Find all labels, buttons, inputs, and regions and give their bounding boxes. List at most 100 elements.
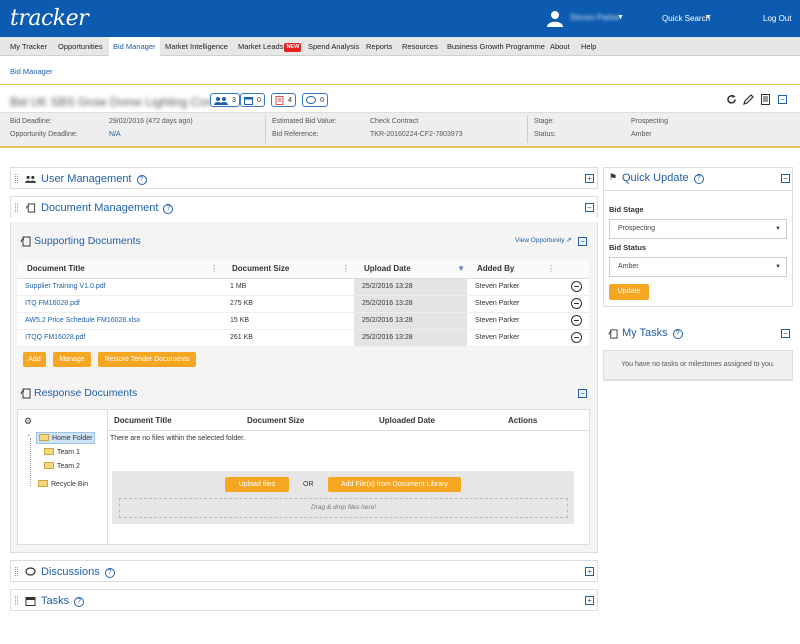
chevron-down-icon[interactable]: ▼ <box>617 14 624 21</box>
document-link[interactable]: AW5.2 Price Schedule FM16028.xlsx <box>25 317 140 324</box>
help-icon[interactable]: ? <box>136 175 147 185</box>
panel-title: Tasks? <box>41 595 85 607</box>
calendar-counter[interactable]: 0 <box>240 93 265 107</box>
document-management-title: Document Management <box>41 202 159 214</box>
col-document-size[interactable]: Document Size <box>247 416 304 425</box>
document-link[interactable]: ITQ FM16028.pdf <box>25 300 80 307</box>
col-date: Upload Date <box>364 264 411 274</box>
document-link[interactable]: ITQQ FM16028.pdf <box>25 334 85 341</box>
nav-about[interactable]: About <box>550 37 570 56</box>
tree-item-team-2[interactable]: Team 2 <box>44 462 80 470</box>
new-badge: NEW <box>284 43 302 52</box>
opportunity-deadline-value[interactable]: N/A <box>109 131 121 138</box>
document-size-cell: 1 MB <box>222 278 354 296</box>
my-tasks-empty-message: You have no tasks or milestones assigned… <box>603 350 793 380</box>
document-title-cell[interactable]: AW5.2 Price Schedule FM16028.xlsx <box>17 312 222 330</box>
collapse-response-documents-button[interactable]: − <box>578 389 587 398</box>
user-management-title: User Management <box>41 173 132 185</box>
column-header[interactable]: Document Size ⋮ <box>222 260 354 279</box>
drag-handle[interactable] <box>15 174 18 183</box>
nav-market-intelligence[interactable]: Market Intelligence <box>165 37 228 56</box>
document-title-cell[interactable]: Supplier Training V1.0.pdf <box>17 278 222 296</box>
remove-circle-icon[interactable] <box>571 298 582 309</box>
edit-pencil-icon[interactable] <box>743 94 754 105</box>
nav-help[interactable]: Help <box>581 37 596 56</box>
remove-circle-icon[interactable] <box>571 281 582 292</box>
collapse-bid-info-button[interactable]: − <box>778 95 787 104</box>
view-opportunity-link[interactable]: View Opportunity <box>515 237 564 244</box>
user-icon[interactable] <box>546 9 564 27</box>
document-link[interactable]: Supplier Training V1.0.pdf <box>25 283 106 290</box>
quick-search-menu[interactable]: Quick Search <box>662 14 710 23</box>
help-icon[interactable]: ? <box>104 568 115 578</box>
supporting-documents-title: Supporting Documents <box>34 235 141 247</box>
collapse-supporting-documents-button[interactable]: − <box>578 237 587 246</box>
nav-spend-analysis[interactable]: Spend Analysis <box>308 37 359 56</box>
help-icon[interactable]: ? <box>74 597 85 607</box>
nav-bid-manager[interactable]: Bid Manager <box>109 37 160 56</box>
bid-status-select[interactable]: Amber ▼ <box>609 257 787 277</box>
nav-market-leads-label: Market Leads <box>238 42 284 51</box>
col-document-title[interactable]: Document Title <box>114 416 172 425</box>
document-title-cell[interactable]: ITQ FM16028.pdf <box>17 295 222 313</box>
nav-market-leads[interactable]: Market Leads NEW <box>238 37 302 56</box>
drop-zone[interactable]: Drag & drop files here! <box>119 498 568 518</box>
add-from-library-button[interactable]: Add File(s) from Document Library <box>328 477 461 492</box>
restore-tender-documents-button[interactable]: Restore Tender Documents <box>98 352 196 367</box>
nav-my-tracker[interactable]: My Tracker <box>10 37 47 56</box>
document-refresh-icon <box>20 236 31 247</box>
help-icon[interactable]: ? <box>163 204 174 214</box>
table-row: Supplier Training V1.0.pdf 1 MB 25/2/201… <box>17 278 589 296</box>
drag-handle[interactable] <box>15 203 18 212</box>
logout-link[interactable]: Log Out <box>763 14 791 23</box>
expand-user-management-button[interactable]: + <box>585 174 594 183</box>
nav-resources[interactable]: Resources <box>402 37 438 56</box>
column-header[interactable]: Upload Date ▼ <box>354 260 467 279</box>
remove-circle-icon[interactable] <box>571 332 582 343</box>
help-icon[interactable]: ? <box>672 329 683 339</box>
notes-icon[interactable] <box>760 94 771 105</box>
drag-handle[interactable] <box>15 596 18 605</box>
user-name[interactable]: Steven Parker <box>570 13 621 22</box>
nav-opportunities[interactable]: Opportunities <box>58 37 103 56</box>
users-counter[interactable]: 3 <box>210 93 240 107</box>
tree-collapse-icon[interactable]: − <box>27 433 31 439</box>
discussions-count: 0 <box>320 96 324 104</box>
update-button[interactable]: Update <box>609 284 649 300</box>
breadcrumb[interactable]: Bid Manager <box>10 67 53 76</box>
settings-gear-icon[interactable]: ⚙ <box>24 416 32 427</box>
col-uploaded-date[interactable]: Uploaded Date <box>379 416 435 425</box>
add-button[interactable]: Add <box>23 352 46 367</box>
users-count: 3 <box>232 96 236 104</box>
tracker-logo[interactable]: tracker <box>10 6 89 31</box>
document-management-panel: Document Management? − <box>10 196 598 218</box>
chevron-down-icon[interactable]: ▼ <box>705 14 712 21</box>
external-link-icon[interactable]: ⇗ <box>566 236 572 244</box>
nav-reports[interactable]: Reports <box>366 37 392 56</box>
discussions-counter[interactable]: 0 <box>302 93 328 107</box>
column-header[interactable]: Added By ⋮ <box>467 260 559 279</box>
remove-circle-icon[interactable] <box>571 315 582 326</box>
help-icon[interactable]: ? <box>693 174 704 184</box>
expand-tasks-button[interactable]: + <box>585 596 594 605</box>
remove-cell <box>559 278 589 296</box>
panel-title: Document Management? <box>41 202 174 214</box>
documents-counter[interactable]: 4 <box>271 93 296 107</box>
collapse-my-tasks-button[interactable]: − <box>781 329 790 338</box>
tree-item-team-1[interactable]: Team 1 <box>44 448 80 456</box>
tree-item-recycle-bin[interactable]: Recycle Bin <box>38 480 88 488</box>
document-title-cell[interactable]: ITQQ FM16028.pdf <box>17 329 222 347</box>
quick-update-label: Quick Update <box>622 172 689 184</box>
bid-stage-select[interactable]: Prospecting ▼ <box>609 219 787 239</box>
tree-item-home-folder[interactable]: Home Folder <box>36 432 96 444</box>
collapse-document-management-button[interactable]: − <box>585 203 594 212</box>
manage-button[interactable]: Manage <box>53 352 91 367</box>
column-header[interactable]: Document Title ⋮ <box>17 260 222 279</box>
nav-business-growth[interactable]: Business Growth Programme <box>447 37 545 56</box>
expand-discussions-button[interactable]: + <box>585 567 594 576</box>
collapse-quick-update-button[interactable]: − <box>781 174 790 183</box>
upload-files-button[interactable]: Upload files <box>225 477 289 492</box>
drag-handle[interactable] <box>15 567 18 576</box>
refresh-icon[interactable] <box>726 94 737 105</box>
col-title: Document Title <box>27 264 85 274</box>
